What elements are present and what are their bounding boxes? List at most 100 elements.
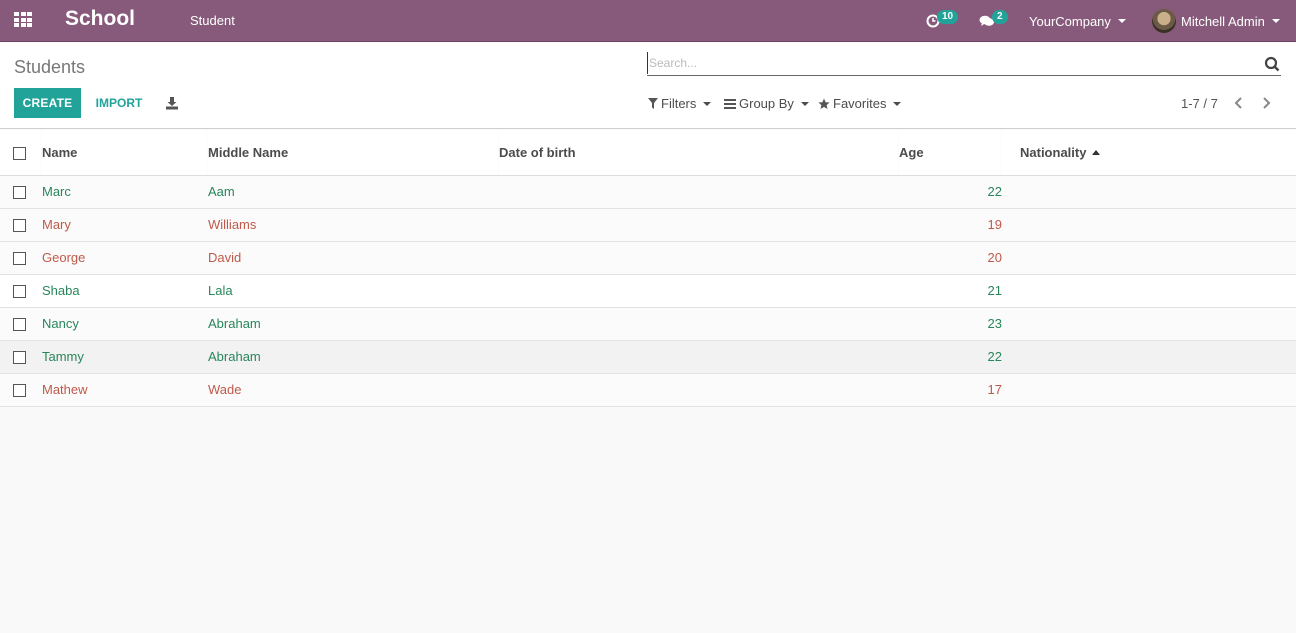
cell-middle-name: Abraham: [208, 340, 499, 374]
chevron-down-icon: [703, 101, 712, 106]
cell-date-of-birth: [499, 340, 899, 374]
filter-icon: [648, 98, 658, 109]
cell-middle-name: David: [208, 241, 499, 275]
company-name: YourCompany: [1029, 13, 1111, 29]
star-icon: [818, 98, 830, 109]
filters-label: Filters: [661, 96, 697, 111]
row-select-cell: [0, 241, 42, 275]
search-icon[interactable]: [1264, 56, 1280, 72]
cell-nationality: [1002, 241, 1296, 275]
table-row[interactable]: Marc Aam 22: [0, 175, 1296, 209]
column-header-nationality[interactable]: Nationality: [1002, 130, 1296, 176]
row-select-cell: [0, 274, 42, 308]
cell-age: 21: [899, 274, 1002, 308]
chevron-right-icon[interactable]: [1258, 95, 1274, 111]
download-icon: [166, 97, 178, 110]
import-button[interactable]: IMPORT: [84, 88, 154, 118]
cell-age: 22: [899, 175, 1002, 209]
avatar: [1152, 9, 1176, 33]
favorites-dropdown[interactable]: Favorites: [818, 96, 902, 111]
activity-button[interactable]: 10: [926, 0, 959, 42]
row-checkbox[interactable]: [13, 252, 26, 266]
cell-age: 23: [899, 307, 1002, 341]
cell-name: Mary: [42, 208, 208, 242]
cell-age: 20: [899, 241, 1002, 275]
cell-nationality: [1002, 373, 1296, 407]
nationality-label: Nationality: [1020, 144, 1087, 160]
column-header-middle-name[interactable]: Middle Name: [208, 130, 499, 176]
table-row[interactable]: Tammy Abraham 22: [0, 340, 1296, 374]
groupby-dropdown[interactable]: Group By: [724, 96, 809, 111]
cell-date-of-birth: [499, 373, 899, 407]
cell-name: Tammy: [42, 340, 208, 374]
cell-middle-name: Williams: [208, 208, 499, 242]
cell-age: 19: [899, 208, 1002, 242]
chevron-down-icon: [893, 101, 902, 106]
cell-middle-name: Abraham: [208, 307, 499, 341]
cell-name: Marc: [42, 175, 208, 209]
company-switcher[interactable]: YourCompany: [1029, 0, 1126, 42]
row-select-cell: [0, 175, 42, 209]
cell-name: Nancy: [42, 307, 208, 341]
table-row[interactable]: Shaba Lala 21: [0, 274, 1296, 308]
table-row[interactable]: Nancy Abraham 23: [0, 307, 1296, 341]
row-checkbox[interactable]: [13, 219, 26, 233]
row-checkbox[interactable]: [13, 186, 26, 200]
select-all-cell: [0, 130, 42, 176]
user-name: Mitchell Admin: [1181, 13, 1265, 29]
row-checkbox[interactable]: [13, 351, 26, 365]
download-button[interactable]: [160, 94, 182, 112]
create-button[interactable]: CREATE: [14, 88, 81, 118]
row-select-cell: [0, 307, 42, 341]
menu-item-student[interactable]: Student: [190, 13, 235, 28]
bars-icon: [724, 98, 736, 109]
groupby-label: Group By: [739, 96, 794, 111]
table-row[interactable]: Mathew Wade 17: [0, 373, 1296, 407]
cell-nationality: [1002, 175, 1296, 209]
cell-middle-name: Lala: [208, 274, 499, 308]
message-count-badge: 2: [992, 10, 1008, 24]
chevron-left-icon[interactable]: [1231, 95, 1247, 111]
select-all-checkbox[interactable]: [13, 146, 26, 160]
table-row[interactable]: George David 20: [0, 241, 1296, 275]
row-checkbox[interactable]: [13, 318, 26, 332]
cell-age: 17: [899, 373, 1002, 407]
cell-name: Mathew: [42, 373, 208, 407]
favorites-label: Favorites: [833, 96, 887, 111]
row-select-cell: [0, 340, 42, 374]
row-checkbox[interactable]: [13, 384, 26, 398]
cell-age: 22: [899, 340, 1002, 374]
row-select-cell: [0, 373, 42, 407]
activity-count-badge: 10: [937, 10, 959, 24]
pager-value[interactable]: 1-7 / 7: [1181, 96, 1218, 111]
apps-menu-icon[interactable]: [14, 12, 32, 28]
cell-date-of-birth: [499, 241, 899, 275]
chevron-down-icon: [1271, 19, 1280, 23]
cell-middle-name: Aam: [208, 175, 499, 209]
row-select-cell: [0, 208, 42, 242]
cell-date-of-birth: [499, 274, 899, 308]
chevron-down-icon: [1117, 19, 1126, 23]
row-checkbox[interactable]: [13, 285, 26, 299]
chevron-down-icon: [800, 101, 809, 106]
cell-nationality: [1002, 307, 1296, 341]
cell-name: Shaba: [42, 274, 208, 308]
page-title: Students: [14, 57, 86, 77]
search-bar: [647, 52, 1281, 76]
cell-date-of-birth: [499, 307, 899, 341]
messages-button[interactable]: 2: [979, 0, 1008, 42]
students-table: Name Middle Name Date of birth Age Natio…: [0, 130, 1296, 407]
column-header-name[interactable]: Name: [42, 130, 208, 176]
table-header-row: Name Middle Name Date of birth Age Natio…: [0, 130, 1296, 176]
cell-nationality: [1002, 340, 1296, 374]
search-input[interactable]: [647, 52, 1247, 74]
top-navbar: School Student 10 2 YourCompany Mitchell…: [0, 0, 1296, 42]
column-header-date-of-birth[interactable]: Date of birth: [499, 130, 899, 176]
table-row[interactable]: Mary Williams 19: [0, 208, 1296, 242]
sort-ascending-icon: [1092, 149, 1101, 155]
filters-dropdown[interactable]: Filters: [648, 96, 712, 111]
user-menu[interactable]: Mitchell Admin: [1152, 0, 1280, 42]
column-header-age[interactable]: Age: [899, 130, 1002, 176]
app-name[interactable]: School: [65, 7, 135, 31]
cell-nationality: [1002, 274, 1296, 308]
